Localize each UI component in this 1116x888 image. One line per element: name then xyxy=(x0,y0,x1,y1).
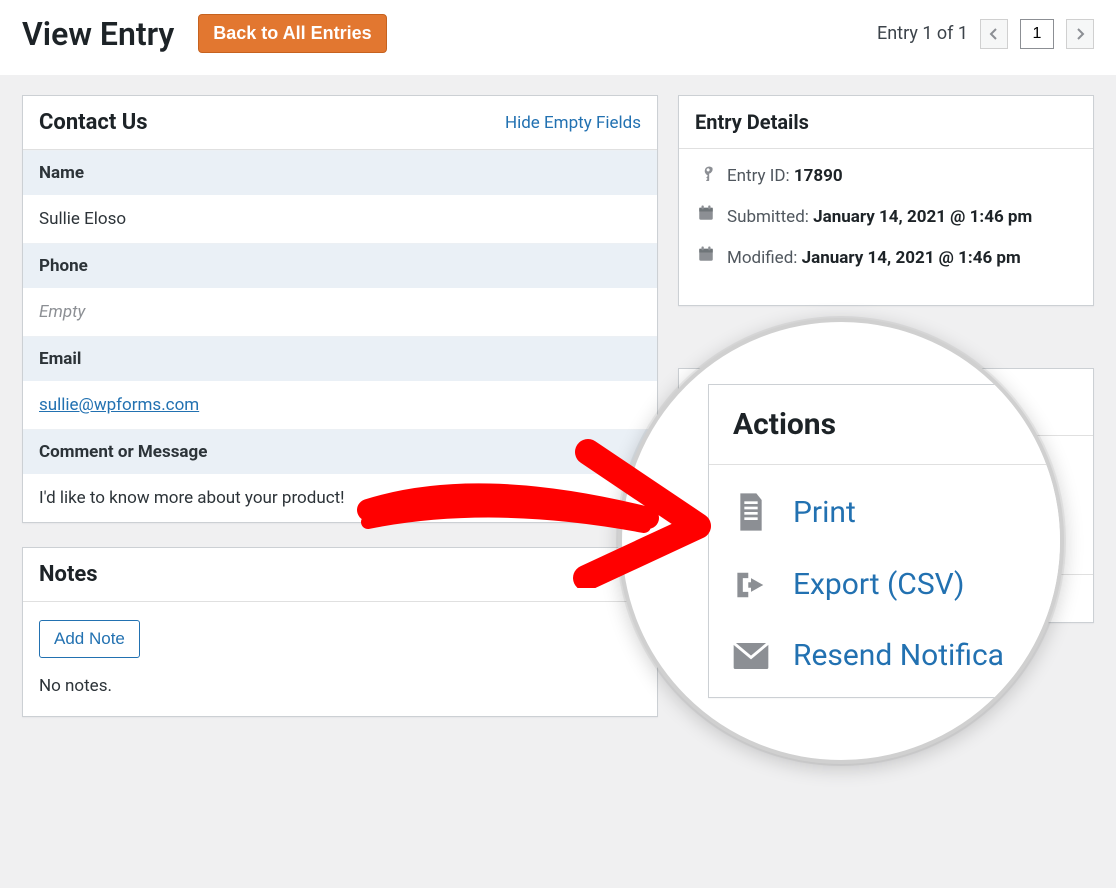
detail-modified-value: January 14, 2021 @ 1:46 pm xyxy=(802,248,1021,268)
action-resend[interactable]: Resend Notifica xyxy=(697,528,1075,568)
notes-panel-header: Notes xyxy=(23,548,657,602)
contact-fields: Name Sullie Eloso Phone Empty Email sull… xyxy=(23,150,657,522)
calendar-icon xyxy=(697,245,717,263)
star-icon xyxy=(697,585,715,608)
pager-text: Entry 1 of 1 xyxy=(877,23,968,44)
page-title: View Entry xyxy=(22,15,174,53)
left-column: Contact Us Hide Empty Fields Name Sullie… xyxy=(22,95,658,741)
action-star[interactable]: St xyxy=(679,574,1093,622)
pager-input[interactable] xyxy=(1020,19,1054,49)
document-icon xyxy=(697,458,731,478)
actions-header: Actions xyxy=(679,369,1093,436)
action-export-label: Export (CSV) xyxy=(741,498,838,518)
detail-modified-text: Modified: January 14, 2021 @ 1:46 pm xyxy=(727,245,1075,272)
action-resend-label: Resend Notifica xyxy=(741,538,861,558)
notes-panel-title: Notes xyxy=(39,562,98,587)
detail-row-modified: Modified: January 14, 2021 @ 1:46 pm xyxy=(697,245,1075,272)
notes-panel: Notes Add Note No notes. xyxy=(22,547,658,717)
field-label-email: Email xyxy=(23,336,657,381)
chevron-left-icon xyxy=(989,28,999,40)
right-column: Entry Details Entry ID: 17890 xyxy=(678,95,1094,647)
action-print[interactable]: Print xyxy=(697,448,1075,488)
detail-id-value: 17890 xyxy=(794,166,843,186)
header-right: Entry 1 of 1 xyxy=(877,19,1094,49)
email-link[interactable]: sullie@wpforms.com xyxy=(39,395,199,415)
detail-modified-label: Modified: xyxy=(727,248,797,268)
action-star-label: St xyxy=(723,586,739,606)
page-header: View Entry Back to All Entries Entry 1 o… xyxy=(0,0,1116,75)
field-label-comment: Comment or Message xyxy=(23,429,657,474)
field-value-comment: I'd like to know more about your product… xyxy=(23,474,657,522)
detail-submitted-text: Submitted: January 14, 2021 @ 1:46 pm xyxy=(727,204,1075,231)
back-to-entries-button[interactable]: Back to All Entries xyxy=(198,14,386,53)
body-area: Contact Us Hide Empty Fields Name Sullie… xyxy=(0,75,1116,761)
detail-id-label: Entry ID: xyxy=(727,166,790,186)
no-notes-text: No notes. xyxy=(39,676,641,696)
contact-panel: Contact Us Hide Empty Fields Name Sullie… xyxy=(22,95,658,523)
actions-body: Print Export (CSV) Resend Notifica xyxy=(679,436,1093,574)
entry-details-header: Entry Details xyxy=(679,96,1093,149)
action-export[interactable]: Export (CSV) xyxy=(697,488,1075,528)
mail-icon xyxy=(697,540,731,556)
action-print-label: Print xyxy=(741,458,777,478)
entry-details-panel: Entry Details Entry ID: 17890 xyxy=(678,95,1094,306)
notes-body: Add Note No notes. xyxy=(23,602,657,716)
field-label-name: Name xyxy=(23,150,657,195)
field-label-phone: Phone xyxy=(23,243,657,288)
field-value-phone: Empty xyxy=(23,288,657,336)
contact-panel-title: Contact Us xyxy=(39,110,148,135)
detail-submitted-value: January 14, 2021 @ 1:46 pm xyxy=(813,207,1032,227)
pager-next-button[interactable] xyxy=(1066,19,1094,49)
chevron-right-icon xyxy=(1075,28,1085,40)
entry-details-body: Entry ID: 17890 Submitted: January 14, 2… xyxy=(679,149,1093,305)
entry-details-title: Entry Details xyxy=(695,110,809,134)
export-icon xyxy=(697,498,731,518)
detail-id-text: Entry ID: 17890 xyxy=(727,163,1075,190)
key-icon xyxy=(697,163,717,181)
calendar-icon xyxy=(697,204,717,222)
detail-row-id: Entry ID: 17890 xyxy=(697,163,1075,190)
detail-row-submitted: Submitted: January 14, 2021 @ 1:46 pm xyxy=(697,204,1075,231)
actions-title: Actions xyxy=(697,387,786,417)
add-note-button[interactable]: Add Note xyxy=(39,620,140,658)
hide-empty-fields-link[interactable]: Hide Empty Fields xyxy=(505,113,641,133)
pager-prev-button[interactable] xyxy=(980,19,1008,49)
header-left: View Entry Back to All Entries xyxy=(22,14,387,53)
actions-panel: Actions Print Export (CSV) xyxy=(678,368,1094,623)
field-value-email: sullie@wpforms.com xyxy=(23,381,657,429)
detail-submitted-label: Submitted: xyxy=(727,207,809,227)
field-value-name: Sullie Eloso xyxy=(23,195,657,243)
contact-panel-header: Contact Us Hide Empty Fields xyxy=(23,96,657,150)
